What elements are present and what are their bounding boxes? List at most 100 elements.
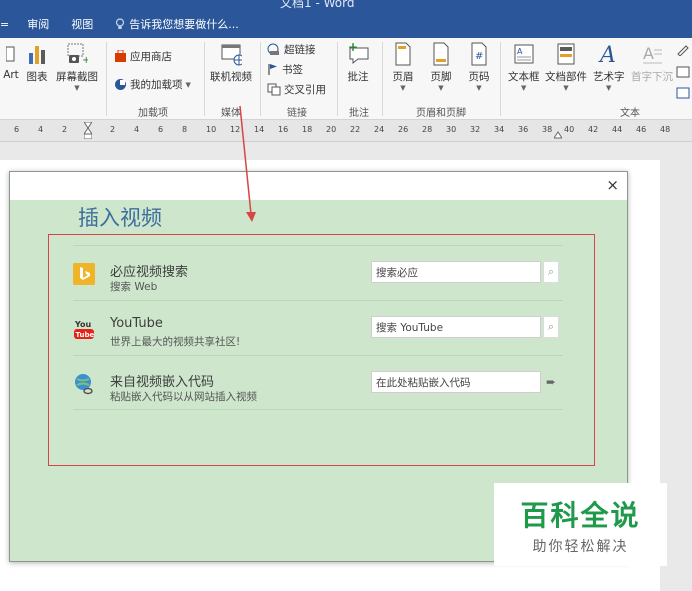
group-label-media: 媒体 — [221, 108, 241, 119]
title-bar: 文档1 - Word = 审阅 视图 告诉我您想要做什么... — [0, 0, 692, 38]
source-description: 搜索 Web — [110, 281, 158, 293]
close-icon[interactable]: × — [606, 176, 619, 194]
ruler-tick: 12 — [230, 125, 241, 134]
tell-me-box[interactable]: 告诉我您想要做什么... — [115, 16, 261, 32]
ruler-tick: 44 — [612, 125, 623, 134]
ruler-tick: 4 — [134, 125, 140, 134]
wordart-label: 艺术字 — [593, 71, 625, 83]
header-icon — [392, 42, 414, 66]
hyperlink-button[interactable]: 超链接 — [267, 42, 316, 57]
indent-marker[interactable] — [84, 122, 92, 139]
page-number-icon: # — [468, 42, 490, 66]
tab-review[interactable]: 审阅 — [27, 16, 49, 32]
svg-text:A: A — [643, 44, 654, 63]
chart-button[interactable]: 图表 — [26, 42, 48, 84]
chevron-down-icon: ▼ — [476, 84, 482, 92]
source-row-bing: 必应视频搜索 搜索 Web 搜索必应 ⌕ — [73, 245, 563, 300]
source-row-youtube: You Tube YouTube 世界上最大的视频共享社区! 搜索 YouTube… — [73, 300, 563, 355]
dropcap-button[interactable]: A 首字下沉 — [631, 42, 673, 84]
header-button[interactable]: 页眉 ▼ — [392, 42, 414, 92]
source-description: 粘贴嵌入代码以从网站插入视频 — [110, 391, 257, 403]
footer-button[interactable]: 页脚 ▼ — [430, 42, 452, 92]
comment-label: 批注 — [347, 71, 369, 83]
right-indent-marker[interactable] — [554, 130, 562, 147]
lightbulb-icon — [116, 18, 125, 29]
ruler-tick: 32 — [470, 125, 481, 134]
ruler-tick: 6 — [14, 125, 20, 134]
quick-parts-icon — [555, 42, 577, 66]
ruler-tick: 4 — [38, 125, 44, 134]
arrow-right-icon[interactable]: ➨ — [543, 371, 559, 393]
ruler-tick: 24 — [374, 125, 385, 134]
page-number-button[interactable]: # 页码 ▼ — [468, 42, 490, 92]
watermark: 百科全说 助你轻松解决 — [494, 483, 667, 566]
comment-button[interactable]: + 批注 — [347, 42, 369, 84]
ribbon-insert: Art 图表 + 屏幕截图 ▼ 应用商店 我的加载项 ▼ 加载项 联机视频 媒体… — [0, 38, 692, 120]
ruler-tick: 14 — [254, 125, 265, 134]
group-label-addins: 加载项 — [138, 108, 168, 119]
dropcap-label: 首字下沉 — [631, 71, 673, 83]
dialog-title: 插入视频 — [78, 206, 162, 230]
search-icon[interactable]: ⌕ — [543, 261, 559, 283]
chevron-down-icon: ▼ — [521, 84, 527, 92]
screenshot-button[interactable]: + 屏幕截图 ▼ — [56, 42, 98, 92]
ribbon-overflow-icons[interactable] — [676, 42, 692, 102]
chart-label: 图表 — [26, 71, 48, 83]
store-icon — [115, 50, 126, 62]
store-button[interactable]: 应用商店 — [114, 49, 172, 64]
group-label-links: 链接 — [287, 108, 307, 119]
ribbon-separator — [337, 42, 338, 116]
search-icon[interactable]: ⌕ — [543, 316, 559, 338]
ruler-tick: 2 — [62, 125, 68, 134]
bing-logo-icon — [73, 263, 95, 285]
svg-text:A: A — [598, 43, 616, 66]
date-time-icon — [676, 66, 690, 78]
my-addins-label: 我的加载项 — [130, 79, 183, 91]
quick-parts-button[interactable]: 文档部件 ▼ — [545, 42, 587, 92]
ruler-tick: 6 — [158, 125, 164, 134]
dialog-header — [10, 172, 627, 200]
quick-parts-label: 文档部件 — [545, 71, 587, 83]
bookmark-button[interactable]: 书签 — [267, 62, 303, 77]
cross-reference-button[interactable]: 交叉引用 — [267, 82, 326, 97]
ruler-tick: 30 — [446, 125, 457, 134]
tell-me-text: 告诉我您想要做什么... — [129, 18, 239, 31]
ruler-tick: 18 — [302, 125, 313, 134]
smartart-label: Art — [3, 69, 19, 81]
my-addins-button[interactable]: 我的加载项 ▼ — [114, 77, 191, 92]
bookmark-icon — [268, 64, 277, 75]
hyperlink-icon — [267, 43, 279, 55]
horizontal-ruler[interactable]: 6 4 2 2 4 6 8 10 12 14 16 18 20 22 24 26 28 30 32 34 36 38 40 4… — [0, 120, 692, 142]
wordart-button[interactable]: A 艺术字 ▼ — [593, 42, 625, 92]
ruler-tick: 48 — [660, 125, 671, 134]
youtube-logo-icon: You Tube — [74, 320, 95, 339]
textbox-icon: A — [513, 42, 535, 66]
object-icon — [676, 87, 690, 99]
ruler-tick: 26 — [398, 125, 409, 134]
smartart-button[interactable]: Art — [0, 42, 22, 81]
youtube-search-input[interactable]: 搜索 YouTube — [371, 316, 541, 338]
chart-icon — [26, 42, 48, 66]
watermark-subtitle: 助你轻松解决 — [532, 538, 629, 555]
chevron-down-icon: ▼ — [606, 84, 612, 92]
tab-view[interactable]: 视图 — [71, 16, 93, 32]
svg-text:Tube: Tube — [76, 331, 95, 339]
ribbon-separator — [204, 42, 205, 116]
svg-text:+: + — [82, 55, 88, 66]
screenshot-label: 屏幕截图 — [56, 71, 98, 83]
ruler-tick: 40 — [564, 125, 575, 134]
textbox-label: 文本框 — [508, 71, 540, 83]
textbox-button[interactable]: A 文本框 ▼ — [508, 42, 540, 92]
window-title: 文档1 - Word — [280, 0, 355, 10]
bing-search-input[interactable]: 搜索必应 — [371, 261, 541, 283]
embed-code-input[interactable]: 在此处粘贴嵌入代码 — [371, 371, 541, 393]
group-label-header-footer: 页眉和页脚 — [416, 108, 466, 119]
online-video-label: 联机视频 — [210, 71, 252, 83]
cross-reference-label: 交叉引用 — [284, 84, 326, 96]
dropcap-icon: A — [641, 42, 663, 66]
ruler-tick: 28 — [422, 125, 433, 134]
online-video-button[interactable]: 联机视频 — [210, 42, 252, 84]
cross-reference-icon — [267, 83, 281, 96]
chevron-down-icon: ▼ — [438, 84, 444, 92]
ruler-tick: 22 — [350, 125, 361, 134]
